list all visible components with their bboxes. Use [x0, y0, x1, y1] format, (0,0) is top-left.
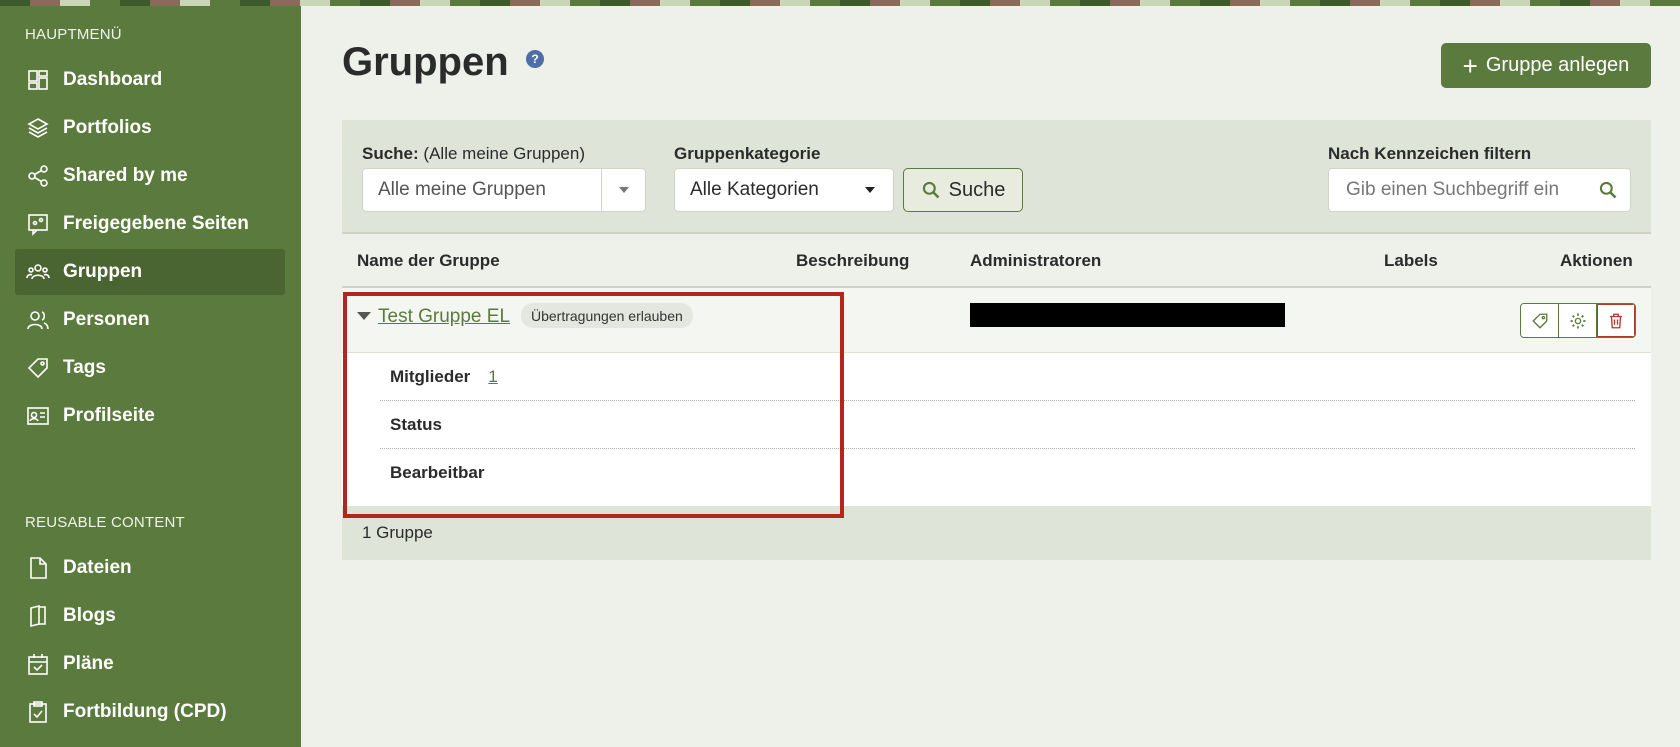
row-actions: [1520, 303, 1636, 338]
trash-icon: [1610, 313, 1622, 328]
search-button-label: Suche: [948, 178, 1006, 201]
help-icon[interactable]: ?: [526, 50, 544, 68]
table-header: Name der Gruppe Beschreibung Administrat…: [342, 232, 1651, 288]
sidebar-heading-main: HAUPTMENÜ: [25, 26, 122, 43]
id-card-icon: [25, 403, 51, 429]
caret-down-icon: [865, 187, 875, 193]
group-icon: [25, 259, 51, 285]
column-header-administrators: Administratoren: [970, 251, 1102, 270]
category-select[interactable]: Alle Kategorien: [674, 168, 894, 212]
sidebar-item-portfolios[interactable]: Portfolios: [15, 105, 285, 151]
tag-filter-input[interactable]: Gib einen Suchbegriff ein: [1328, 168, 1631, 212]
clipboard-check-icon: [25, 699, 51, 725]
settings-button[interactable]: [1559, 304, 1597, 337]
layers-icon: [25, 115, 51, 141]
search-label-scope: (Alle meine Gruppen): [423, 144, 585, 163]
sidebar-item-tags[interactable]: Tags: [15, 345, 285, 391]
category-label: Gruppenkategorie: [674, 144, 821, 163]
calendar-check-icon: [25, 651, 51, 677]
page-title: Gruppen: [342, 40, 509, 84]
sidebar-item-files[interactable]: Dateien: [15, 545, 285, 591]
sidebar-item-people[interactable]: Personen: [15, 297, 285, 343]
sidebar-item-profile[interactable]: Profilseite: [15, 393, 285, 439]
sidebar-item-groups[interactable]: Gruppen: [15, 249, 285, 295]
search-scope-value: Alle meine Gruppen: [378, 179, 546, 200]
search-scope-select[interactable]: Alle meine Gruppen: [362, 168, 646, 212]
column-header-name: Name der Gruppe: [357, 251, 500, 270]
search-label: Suche: (Alle meine Gruppen): [362, 144, 585, 164]
plus-icon: +: [1462, 50, 1478, 81]
search-label-bold: Suche:: [362, 144, 419, 163]
sidebar-item-label: Shared by me: [63, 165, 188, 186]
search-icon: [922, 181, 940, 199]
sidebar-item-cpd[interactable]: Fortbildung (CPD): [15, 689, 285, 735]
sidebar-item-label: Dashboard: [63, 69, 163, 90]
sidebar-heading-reusable: REUSABLE CONTENT: [25, 514, 185, 531]
book-icon: [25, 603, 51, 629]
add-group-label: Gruppe anlegen: [1485, 54, 1630, 76]
share-icon: [25, 163, 51, 189]
sidebar-item-label: Blogs: [63, 605, 116, 626]
tag-filter-placeholder: Gib einen Suchbegriff ein: [1346, 179, 1560, 200]
chevron-down-icon[interactable]: [601, 169, 645, 211]
gear-icon: [1570, 313, 1585, 328]
manage-labels-button[interactable]: [1521, 304, 1559, 337]
column-header-labels: Labels: [1384, 251, 1438, 270]
dashboard-icon: [25, 67, 51, 93]
sidebar-item-label: Portfolios: [63, 117, 152, 138]
tag-icon: [1531, 313, 1547, 329]
column-header-actions: Aktionen: [1560, 251, 1633, 270]
sidebar-item-label: Pläne: [63, 653, 114, 674]
file-icon: [25, 555, 51, 581]
tag-icon: [25, 355, 51, 381]
highlight-annotation-box: [343, 292, 844, 518]
sidebar-item-label: Dateien: [63, 557, 132, 578]
add-group-button[interactable]: + Gruppe anlegen: [1441, 43, 1651, 88]
sidebar-item-label: Personen: [63, 309, 150, 330]
category-value: Alle Kategorien: [690, 179, 819, 200]
sidebar-item-dashboard[interactable]: Dashboard: [15, 57, 285, 103]
sidebar-item-label: Tags: [63, 357, 106, 378]
sidebar: HAUPTMENÜ Dashboard Portfolios Shared by…: [0, 6, 301, 747]
sidebar-item-plans[interactable]: Pläne: [15, 641, 285, 687]
sidebar-item-label: Profilseite: [63, 405, 155, 426]
tag-filter-label: Nach Kennzeichen filtern: [1328, 144, 1532, 163]
people-icon: [25, 307, 51, 333]
search-button[interactable]: Suche: [903, 168, 1023, 212]
sidebar-item-label: Gruppen: [63, 261, 143, 282]
column-header-description: Beschreibung: [796, 251, 910, 270]
sidebar-item-blogs[interactable]: Blogs: [15, 593, 285, 639]
shared-pages-icon: [25, 211, 51, 237]
sidebar-item-shared-by-me[interactable]: Shared by me: [15, 153, 285, 199]
redacted-administrators: [970, 303, 1285, 327]
sidebar-item-label: Freigegebene Seiten: [63, 213, 249, 234]
sidebar-item-label: Fortbildung (CPD): [63, 701, 227, 722]
sidebar-item-shared-pages[interactable]: Freigegebene Seiten: [15, 201, 285, 247]
search-icon[interactable]: [1598, 180, 1618, 200]
delete-button[interactable]: [1597, 304, 1635, 337]
